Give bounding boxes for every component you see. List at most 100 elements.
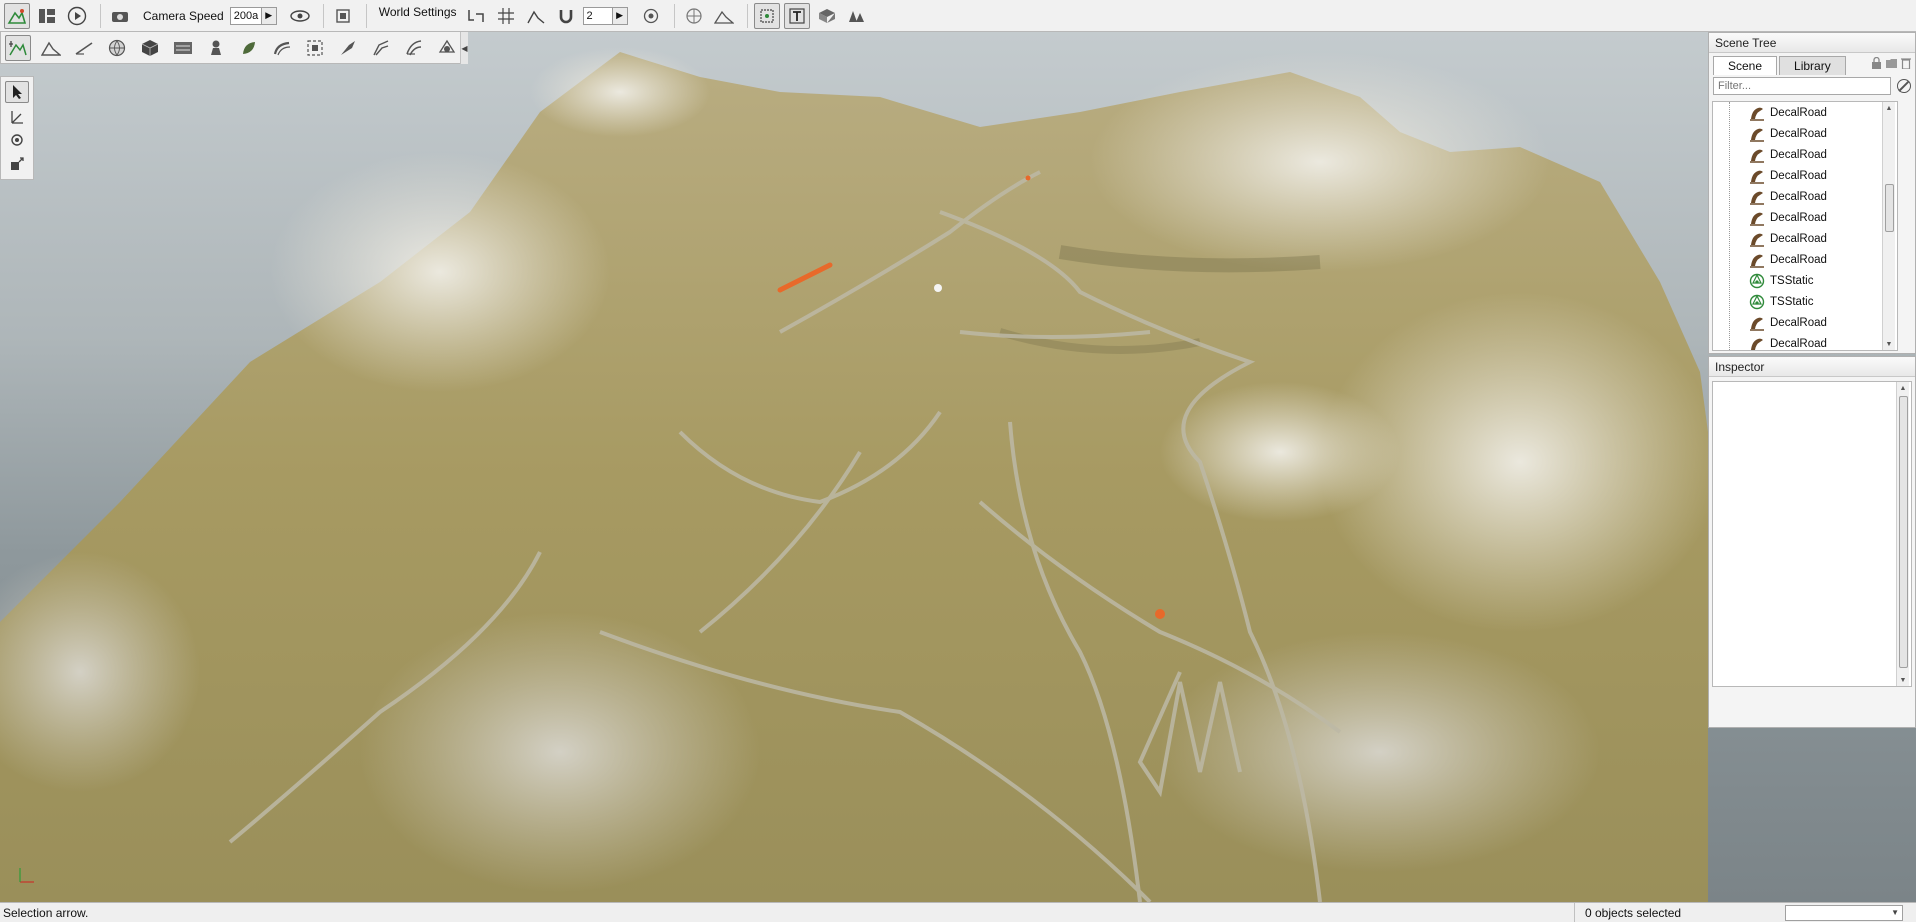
selection-box-icon[interactable]: [753, 2, 780, 29]
scroll-up-icon: ▲: [1885, 104, 1893, 112]
tree-item[interactable]: DecalRoad: [1713, 249, 1897, 270]
camera-speed-field[interactable]: 200a: [229, 6, 262, 25]
river-editor-icon[interactable]: [335, 35, 361, 61]
ts-static-icon: [1749, 294, 1765, 310]
tab-scene[interactable]: Scene: [1713, 56, 1778, 75]
navmesh-editor-icon[interactable]: [401, 35, 427, 61]
inspector-body[interactable]: ▲ ▼: [1712, 381, 1912, 687]
scene-filter-input[interactable]: [1713, 77, 1892, 95]
toolbar-collapse-icon[interactable]: ◀: [460, 32, 468, 64]
forest-brush-icon[interactable]: [844, 3, 870, 29]
world-transform-icon[interactable]: [681, 3, 707, 29]
tree-item-label: TSStatic: [1770, 274, 1814, 287]
status-message: Selection arrow.: [3, 905, 89, 920]
decal-road-icon: [1749, 189, 1765, 205]
chevron-down-icon: ▼: [1891, 908, 1899, 917]
decal-road-icon: [1749, 210, 1765, 226]
tree-item[interactable]: TSStatic: [1713, 270, 1897, 291]
tree-item-label: DecalRoad: [1770, 232, 1827, 245]
terrain-snap-icon[interactable]: [523, 3, 549, 29]
camera-speed-arrow-icon[interactable]: ▶: [261, 6, 277, 25]
object-center-icon[interactable]: [638, 3, 664, 29]
tree-item[interactable]: DecalRoad: [1713, 102, 1897, 123]
scroll-up-icon: ▲: [1899, 384, 1907, 392]
select-arrow-icon[interactable]: [5, 81, 29, 103]
mesh-road-icon[interactable]: [302, 35, 328, 61]
tree-item[interactable]: DecalRoad: [1713, 186, 1897, 207]
object-editor-icon[interactable]: [5, 34, 31, 61]
delete-icon[interactable]: [1901, 57, 1911, 72]
decal-road-icon: [1749, 105, 1765, 121]
snow-field-low: [1160, 632, 1600, 872]
sketch-tool-icon[interactable]: [137, 35, 163, 61]
tree-item-label: DecalRoad: [1770, 190, 1827, 203]
datablock-editor-icon[interactable]: [170, 35, 196, 61]
scroll-down-icon: ▼: [1899, 676, 1907, 684]
material-editor-icon[interactable]: [104, 35, 130, 61]
terrain-painter-icon[interactable]: [71, 35, 97, 61]
scroll-down-icon: ▼: [1885, 340, 1893, 348]
inspector-scrollbar[interactable]: ▲ ▼: [1896, 382, 1909, 686]
inspector-panel: Inspector ▲ ▼: [1708, 356, 1916, 728]
main-toolbar: Camera Speed 200a ▶ World Settings 2 ▶: [0, 0, 1916, 32]
tab-library[interactable]: Library: [1779, 56, 1846, 75]
inspector-title: Inspector: [1709, 357, 1915, 377]
white-object-marker: [934, 284, 942, 292]
move-gizmo-icon[interactable]: [5, 105, 29, 127]
decal-road-icon: [1749, 231, 1765, 247]
road-editor-icon[interactable]: [269, 35, 295, 61]
gizmo-palette: [0, 76, 34, 180]
tree-item[interactable]: DecalRoad: [1713, 123, 1897, 144]
scene-tree-scrollbar[interactable]: ▲ ▼: [1882, 102, 1895, 350]
particle-editor-icon[interactable]: [203, 35, 229, 61]
tree-item-label: DecalRoad: [1770, 127, 1827, 140]
folder-icon[interactable]: [1885, 57, 1898, 72]
scene-tree-list[interactable]: DecalRoad DecalRoad DecalRoad DecalRoad Deca…: [1712, 101, 1898, 351]
grid-size-field[interactable]: 2: [582, 6, 613, 25]
lock-icon[interactable]: [1871, 56, 1882, 72]
decal-road-icon: [1749, 252, 1765, 268]
gui-editor-icon[interactable]: [34, 3, 60, 29]
grid-snap-icon[interactable]: [493, 3, 519, 29]
play-game-icon[interactable]: [64, 3, 90, 29]
magnet-icon[interactable]: [553, 3, 579, 29]
snap-terrain-icon[interactable]: [463, 3, 489, 29]
selection-count: 0 objects selected: [1574, 902, 1784, 922]
visibility-eye-icon[interactable]: [287, 3, 313, 29]
3d-viewport[interactable]: [0, 32, 1916, 902]
shape-editor-icon[interactable]: [434, 35, 460, 61]
decal-road-tool-icon[interactable]: [368, 35, 394, 61]
prefab-icon[interactable]: [814, 3, 840, 29]
tree-item[interactable]: DecalRoad: [1713, 312, 1897, 333]
terrain-editor-icon[interactable]: [38, 35, 64, 61]
tree-item-label: DecalRoad: [1770, 169, 1827, 182]
world-editor-icon[interactable]: [4, 2, 30, 29]
tree-item[interactable]: DecalRoad: [1713, 207, 1897, 228]
terrain-transform-icon[interactable]: [711, 3, 737, 29]
grid-size-arrow-icon[interactable]: ▶: [612, 6, 628, 25]
text-label-icon[interactable]: [783, 2, 810, 29]
orange-point-marker: [1155, 609, 1165, 619]
snow-peak-right: [1090, 52, 1550, 272]
decal-road-icon: [1749, 126, 1765, 142]
snow-field-bottom: [360, 612, 760, 892]
world-settings-button[interactable]: World Settings: [379, 5, 457, 19]
tree-item[interactable]: DecalRoad: [1713, 144, 1897, 165]
snow-field-center: [1160, 382, 1400, 522]
snow-peak-top: [530, 47, 710, 137]
camera-icon[interactable]: [107, 3, 133, 29]
decal-road-icon: [1749, 168, 1765, 184]
decal-road-icon: [1749, 336, 1765, 350]
tree-item-label: DecalRoad: [1770, 337, 1827, 350]
decal-editor-icon[interactable]: [236, 35, 262, 61]
tree-item[interactable]: TSStatic: [1713, 291, 1897, 312]
scene-tree-title: Scene Tree: [1709, 33, 1915, 53]
tree-item[interactable]: DecalRoad: [1713, 165, 1897, 186]
tree-item[interactable]: DecalRoad: [1713, 228, 1897, 249]
tree-item[interactable]: DecalRoad: [1713, 333, 1897, 350]
status-dropdown[interactable]: ▼: [1785, 904, 1903, 921]
rotate-gizmo-icon[interactable]: [5, 129, 29, 151]
clear-filter-icon[interactable]: [1897, 79, 1911, 93]
fit-view-icon[interactable]: [330, 3, 356, 29]
scale-gizmo-icon[interactable]: [5, 153, 29, 175]
